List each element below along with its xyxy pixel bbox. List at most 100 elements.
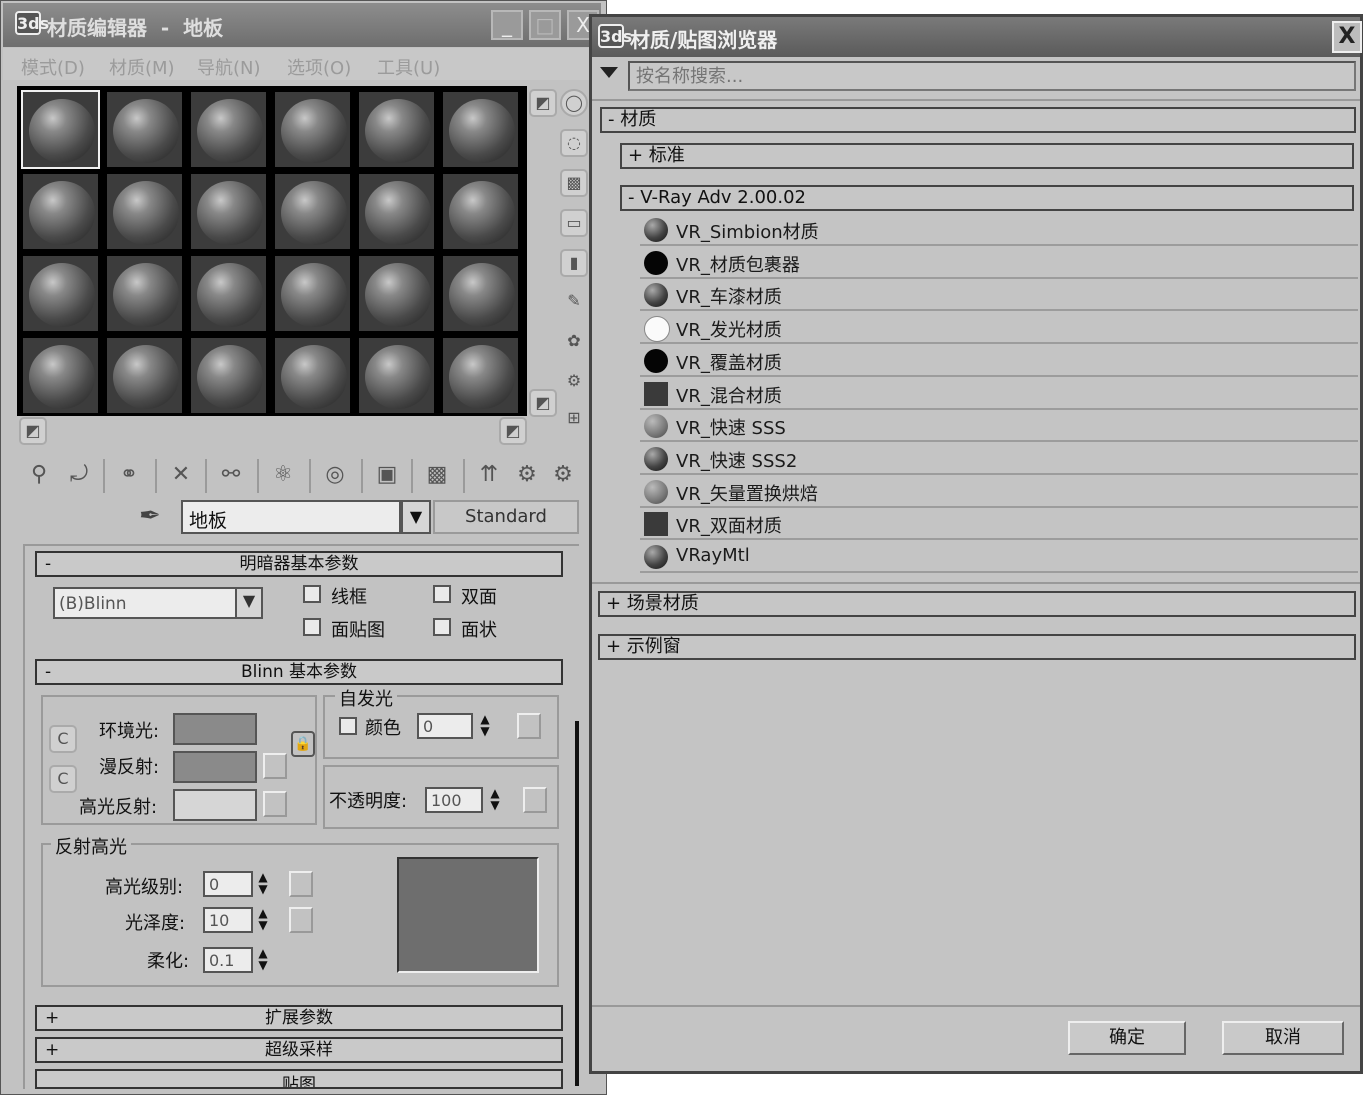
sample-slot[interactable] (357, 336, 436, 415)
lock-icon[interactable]: 🔒 (291, 731, 315, 757)
scroll-left-icon[interactable]: ◩ (19, 417, 47, 445)
video-check-icon[interactable]: ▮ (560, 249, 588, 277)
sample-slot[interactable] (189, 254, 268, 333)
assign-to-selection-icon[interactable]: ⚭ (111, 457, 147, 493)
ok-button[interactable]: 确定 (1068, 1021, 1186, 1055)
sample-slot[interactable] (357, 254, 436, 333)
chevron-down-icon[interactable]: ▼ (401, 500, 431, 534)
menu-mode[interactable]: 模式(D) (21, 54, 85, 80)
sample-slot[interactable] (357, 90, 436, 169)
get-material-icon[interactable]: ⚲ (21, 457, 57, 493)
sample-slot[interactable] (441, 254, 520, 333)
close-icon[interactable]: X (1332, 21, 1362, 53)
shader-type-select[interactable]: (B)Blinn (53, 587, 237, 619)
editor-title-bar[interactable]: 3ds 材质编辑器 - 地板 _ □ X (3, 3, 601, 47)
go-to-parent-icon[interactable]: ⇈ (471, 457, 507, 493)
sample-slot[interactable] (273, 254, 352, 333)
faceted-checkbox[interactable] (433, 618, 451, 636)
category-standard[interactable]: + 标准 (620, 143, 1354, 169)
specular-level-spinner[interactable]: ▲ ▼ (253, 871, 273, 897)
glossiness-spinner[interactable]: ▲ ▼ (253, 907, 273, 933)
category-scene-materials[interactable]: + 场景材质 (598, 591, 1356, 617)
show-end-result-icon[interactable]: ▩ (419, 457, 455, 493)
options-icon[interactable]: ✿ (560, 329, 588, 357)
vray-material-item[interactable]: VR_Simbion材质 (640, 215, 1358, 246)
sample-slot[interactable] (273, 336, 352, 415)
material-type-button[interactable]: Standard (433, 500, 579, 534)
diffuse-map-button[interactable] (263, 753, 287, 779)
sample-slot[interactable] (105, 90, 184, 169)
sample-slot[interactable] (21, 254, 100, 333)
vray-material-item[interactable]: VR_双面材质 (640, 509, 1358, 541)
category-sample-slots[interactable]: + 示例窗 (598, 634, 1356, 660)
extended-params-rollout[interactable]: + 扩展参数 (35, 1005, 563, 1031)
self-illum-spinner[interactable]: ▲ ▼ (475, 713, 495, 739)
menu-tools[interactable]: 工具(U) (377, 54, 440, 80)
opacity-input[interactable]: 100 (425, 787, 483, 813)
specular-color-swatch[interactable] (173, 789, 257, 821)
vray-material-item[interactable]: VR_混合材质 (640, 378, 1358, 410)
sample-slot[interactable] (105, 254, 184, 333)
two-sided-checkbox[interactable] (433, 585, 451, 603)
sample-slot[interactable] (105, 336, 184, 415)
material-map-navigator-icon[interactable]: ⊞ (560, 406, 588, 434)
sample-slot[interactable] (441, 90, 520, 169)
browser-title-bar[interactable]: 3ds 材质/贴图浏览器 (592, 17, 1360, 57)
vray-material-item[interactable]: VR_车漆材质 (640, 280, 1358, 312)
category-materials[interactable]: - 材质 (600, 107, 1356, 133)
vray-material-item[interactable]: VR_快速 SSS2 (640, 443, 1358, 475)
pick-material-icon[interactable]: ⚙ (545, 457, 581, 493)
slot-scroll-corner-icon[interactable]: ◩ (529, 389, 557, 417)
chevron-down-icon[interactable]: ▼ (235, 587, 263, 619)
sample-slot[interactable] (189, 336, 268, 415)
uv-tiling-icon[interactable]: ▭ (560, 209, 588, 237)
select-by-material-icon[interactable]: ⚙ (560, 369, 588, 397)
minimize-button[interactable]: _ (491, 10, 523, 40)
soften-spinner[interactable]: ▲ ▼ (253, 947, 273, 973)
put-to-library-icon[interactable]: ⚛ (265, 457, 301, 493)
background-icon[interactable]: ▩ (560, 169, 588, 197)
self-illum-color-checkbox[interactable] (339, 717, 357, 735)
diffuse-color-swatch[interactable] (173, 751, 257, 783)
cancel-button[interactable]: 取消 (1222, 1021, 1344, 1055)
menu-material[interactable]: 材质(M) (109, 54, 175, 80)
reset-map-icon[interactable]: ✕ (163, 457, 199, 493)
vray-material-item[interactable]: VR_覆盖材质 (640, 345, 1358, 377)
vray-material-item[interactable]: VR_快速 SSS (640, 411, 1358, 443)
self-illum-input[interactable]: 0 (417, 713, 473, 739)
sample-slot[interactable] (21, 90, 100, 169)
sample-slot[interactable] (273, 90, 352, 169)
go-forward-sibling-icon[interactable]: ⚙ (509, 457, 545, 493)
soften-input[interactable]: 0.1 (203, 947, 253, 973)
sample-slot[interactable] (357, 172, 436, 251)
material-name-input[interactable]: 地板 (181, 500, 401, 534)
maximize-button[interactable]: □ (529, 10, 561, 40)
category-vray[interactable]: - V-Ray Adv 2.00.02 (620, 185, 1354, 211)
face-map-checkbox[interactable] (303, 618, 321, 636)
sample-slot[interactable] (441, 336, 520, 415)
supersampling-rollout[interactable]: + 超级采样 (35, 1037, 563, 1063)
slot-scroll-icon[interactable]: ◩ (529, 89, 557, 117)
scroll-right-icon[interactable]: ◩ (499, 417, 527, 445)
vray-material-item[interactable]: VRayMtl (640, 542, 1358, 573)
vray-material-item[interactable]: VR_矢量置换烘焙 (640, 476, 1358, 508)
wire-checkbox[interactable] (303, 585, 321, 603)
shader-rollout-header[interactable]: - 明暗器基本参数 (35, 551, 563, 577)
opacity-spinner[interactable]: ▲ ▼ (485, 787, 505, 813)
sample-slot[interactable] (21, 172, 100, 251)
blinn-rollout-header[interactable]: - Blinn 基本参数 (35, 659, 563, 685)
maps-rollout[interactable]: 贴图 (35, 1069, 563, 1089)
backlight-icon[interactable]: ◌ (560, 129, 588, 157)
sample-slot[interactable] (273, 172, 352, 251)
glossiness-map-button[interactable] (289, 907, 313, 933)
sample-type-icon[interactable]: ◯ (560, 89, 588, 117)
material-id-icon[interactable]: ◎ (317, 457, 353, 493)
menu-options[interactable]: 选项(O) (287, 54, 351, 80)
search-by-name-input[interactable] (628, 61, 1356, 91)
glossiness-input[interactable]: 10 (203, 907, 253, 933)
put-to-scene-icon[interactable]: ⤾ (61, 457, 97, 493)
eyedropper-icon[interactable]: ✒ (139, 501, 161, 531)
sample-slot[interactable] (189, 90, 268, 169)
make-preview-icon[interactable]: ✎ (560, 289, 588, 317)
sample-slot[interactable] (441, 172, 520, 251)
